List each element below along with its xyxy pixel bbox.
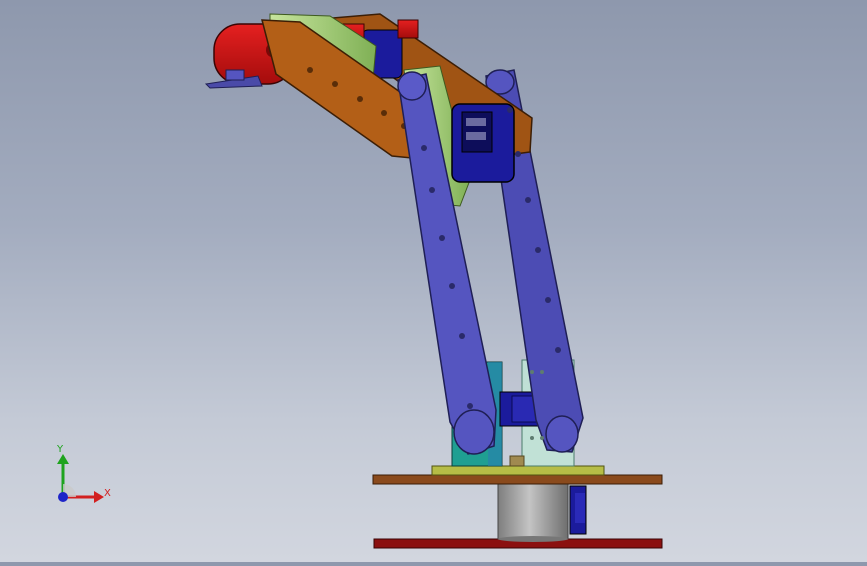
- y-axis-arrow: [57, 454, 69, 464]
- robot-arm-model[interactable]: [0, 0, 867, 562]
- 3d-viewport[interactable]: [0, 0, 867, 562]
- view-orientation-triad: Y X: [40, 438, 130, 518]
- base-motor: [497, 483, 569, 540]
- y-axis-label: Y: [56, 444, 64, 455]
- x-axis-label: X: [104, 488, 111, 499]
- turntable-plate: [431, 465, 605, 476]
- x-axis-arrow: [94, 491, 104, 503]
- base-plate: [372, 474, 663, 485]
- z-axis-dot: [58, 492, 68, 502]
